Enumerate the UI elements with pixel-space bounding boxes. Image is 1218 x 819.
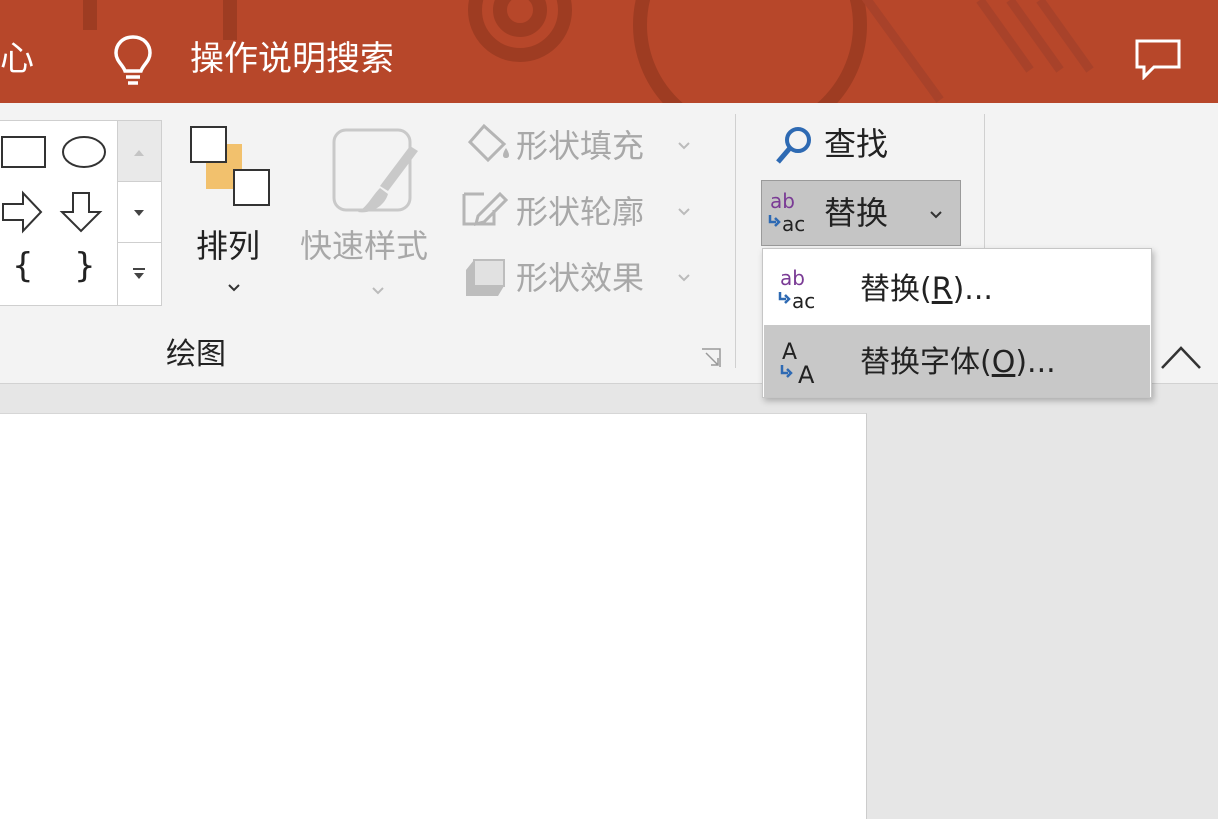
title-bar: 心 操作说明搜索: [0, 0, 1218, 103]
oval-shape-icon[interactable]: [62, 136, 106, 168]
shape-effects-icon: [466, 259, 505, 296]
svg-text:ac: ac: [792, 289, 815, 312]
gallery-more-button[interactable]: [118, 243, 161, 304]
label-text: 替换(: [860, 272, 932, 307]
label-text: 替换字体(: [860, 345, 992, 380]
find-button[interactable]: 查找: [770, 122, 950, 168]
search-icon: [776, 127, 811, 164]
shapes-gallery: { }: [0, 120, 118, 306]
gallery-scroll-up-button[interactable]: [118, 121, 161, 182]
arrange-button[interactable]: 排列: [186, 122, 278, 307]
paint-bucket-icon: [467, 123, 509, 163]
access-key: O: [991, 345, 1016, 380]
slide-canvas[interactable]: [0, 413, 867, 819]
find-label: 查找: [824, 125, 889, 163]
replace-icon: ab ac: [768, 189, 805, 235]
expand-gallery-icon: [133, 268, 145, 279]
dialog-launcher-icon[interactable]: [700, 347, 724, 371]
right-arrow-shape-icon[interactable]: [2, 190, 43, 234]
replace-button[interactable]: ab ac 替换: [761, 180, 961, 246]
menu-item-label: 替换(R)...: [860, 274, 993, 306]
quick-styles-brush-icon: [332, 128, 418, 213]
label-suffix: )...: [1015, 345, 1056, 380]
gallery-scrollbar: [117, 120, 162, 306]
rectangle-shape-icon[interactable]: [1, 136, 46, 168]
svg-text:A: A: [782, 340, 797, 365]
svg-text:ab: ab: [780, 266, 805, 290]
group-separator: [984, 114, 985, 254]
replace-label: 替换: [824, 194, 889, 232]
comments-icon[interactable]: [1134, 38, 1182, 80]
drawing-group-label: 绘图: [166, 337, 226, 372]
chevron-down-icon: [678, 208, 690, 216]
left-brace-shape-icon[interactable]: {: [12, 249, 34, 283]
menu-item-replace-fonts[interactable]: A A 替换字体(O)...: [764, 325, 1150, 397]
quick-styles-label: 快速样式: [300, 227, 429, 265]
label-suffix: )...: [952, 272, 993, 307]
chevron-down-icon: [372, 287, 384, 295]
right-brace-shape-icon[interactable]: }: [74, 249, 96, 283]
chevron-down-icon: [228, 284, 240, 292]
shape-effects-button[interactable]: 形状效果: [458, 250, 698, 306]
svg-text:A: A: [798, 361, 815, 385]
pencil-icon: [462, 191, 508, 227]
lightbulb-icon: [114, 35, 152, 85]
collapse-ribbon-icon[interactable]: [1158, 342, 1204, 372]
shape-outline-label: 形状轮廓: [516, 193, 645, 231]
chevron-down-icon: [678, 274, 690, 282]
replace-icon: ab ac: [778, 266, 815, 312]
shape-effects-label: 形状效果: [516, 259, 645, 297]
svg-text:ab: ab: [770, 189, 795, 213]
gallery-scroll-down-button[interactable]: [118, 182, 161, 243]
chevron-down-icon: [930, 211, 942, 219]
triangle-down-icon: [134, 210, 144, 216]
down-arrow-shape-icon[interactable]: [59, 192, 103, 233]
quick-styles-button[interactable]: 快速样式: [300, 122, 446, 307]
svg-text:ac: ac: [782, 212, 805, 235]
shape-fill-label: 形状填充: [516, 127, 645, 165]
replace-fonts-icon: A A: [780, 340, 815, 385]
tell-me-search[interactable]: 操作说明搜索: [190, 42, 394, 76]
title-partial-text: 心: [0, 39, 34, 79]
background-decoration: [83, 0, 1094, 103]
chevron-down-icon: [678, 142, 690, 150]
menu-item-label: 替换字体(O)...: [860, 347, 1056, 379]
arrange-label: 排列: [196, 227, 261, 265]
access-key: R: [931, 272, 953, 307]
replace-dropdown-menu: ab ac 替换(R)... A A 替换字体(O)...: [762, 248, 1152, 398]
triangle-up-icon: [134, 150, 144, 156]
shape-outline-button[interactable]: 形状轮廓: [458, 184, 698, 240]
arrange-icon: [190, 126, 270, 206]
menu-item-replace[interactable]: ab ac 替换(R)...: [764, 252, 1150, 324]
shape-fill-button[interactable]: 形状填充: [458, 118, 698, 174]
group-separator: [735, 114, 736, 368]
